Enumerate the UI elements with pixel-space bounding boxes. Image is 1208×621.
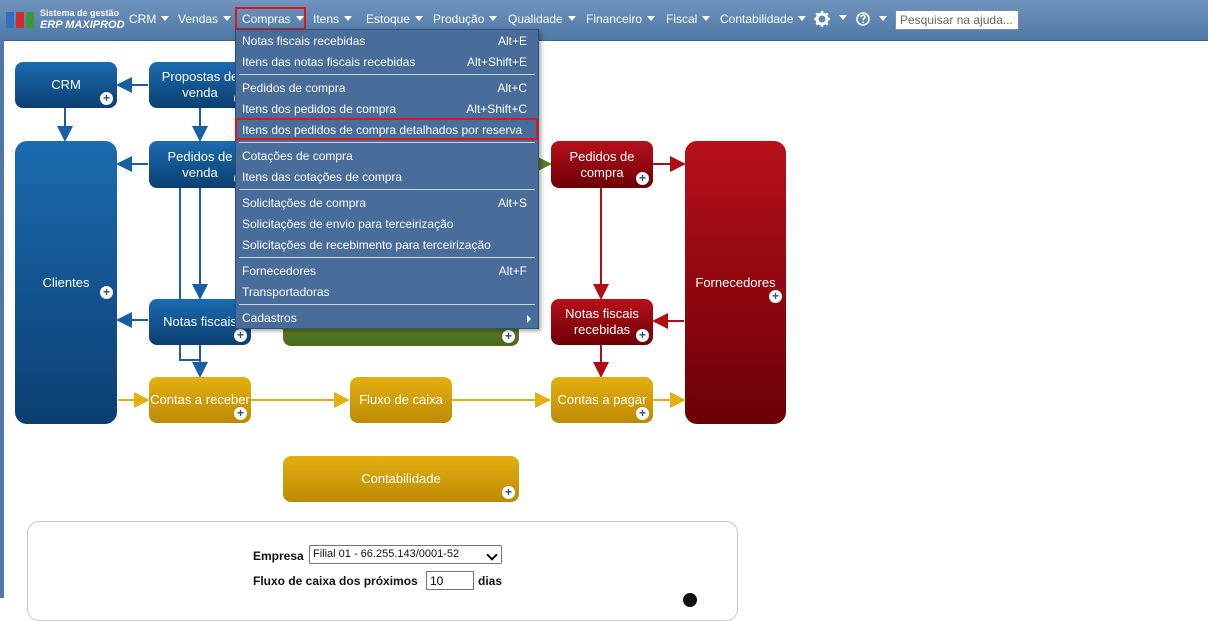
plus-icon[interactable]: + — [502, 330, 515, 343]
chevron-right-icon — [527, 315, 531, 323]
separator — [239, 304, 535, 305]
empresa-label: Empresa — [253, 549, 304, 563]
node-label: Fornecedores — [695, 274, 776, 290]
info-icon[interactable] — [683, 593, 697, 607]
item-label: Pedidos de compra — [242, 81, 346, 95]
dropdown-item-fornecedores[interactable]: Fornecedores Alt+F — [236, 261, 538, 281]
item-label: Solicitações de recebimento para terceir… — [242, 238, 491, 252]
item-label: Itens dos pedidos de compra — [242, 102, 397, 116]
plus-icon[interactable]: + — [100, 286, 113, 299]
node-fornecedores[interactable]: Fornecedores + — [685, 141, 786, 424]
cashflow-panel — [27, 521, 738, 621]
separator — [239, 142, 535, 143]
node-contas-pagar[interactable]: Contas a pagar + — [551, 377, 653, 423]
item-label: Fornecedores — [242, 264, 317, 278]
days-input[interactable] — [426, 571, 474, 590]
node-label: Fluxo de caixa — [359, 392, 443, 407]
item-shortcut: Alt+F — [498, 264, 527, 278]
item-label: Transportadoras — [242, 285, 330, 299]
fluxo-label: Fluxo de caixa dos próximos — [253, 574, 418, 588]
chevron-down-icon — [486, 549, 498, 561]
item-label: Solicitações de envio para terceirização — [242, 217, 454, 231]
item-shortcut: Alt+Shift+C — [466, 102, 527, 116]
dropdown-item-transportadoras[interactable]: Transportadoras — [236, 282, 538, 302]
plus-icon[interactable]: + — [502, 486, 515, 499]
node-notas-recebidas[interactable]: Notas fiscais recebidas + — [551, 299, 653, 345]
compras-dropdown-menu: Notas fiscais recebidas Alt+E Itens das n… — [235, 29, 539, 329]
item-label: Cotações de compra — [242, 149, 353, 163]
node-contabilidade[interactable]: Contabilidade + — [283, 456, 519, 502]
dropdown-item-pedidos-compra[interactable]: Pedidos de compra Alt+C — [236, 78, 538, 98]
item-shortcut: Alt+E — [497, 34, 527, 48]
node-label: Contas a pagar — [557, 392, 647, 407]
dropdown-item-highlight — [235, 118, 538, 140]
empresa-value: Filial 01 - 66.255.143/0001-52 — [313, 548, 460, 560]
node-fluxo-caixa[interactable]: Fluxo de caixa — [350, 377, 452, 423]
plus-icon[interactable]: + — [234, 407, 247, 420]
separator — [239, 189, 535, 190]
plus-icon[interactable]: + — [100, 92, 113, 105]
dropdown-item-solicitacoes-compra[interactable]: Solicitações de compra Alt+S — [236, 193, 538, 213]
dropdown-item-solicitacoes-envio[interactable]: Solicitações de envio para terceirização — [236, 214, 538, 234]
dias-label: dias — [478, 574, 503, 588]
item-label: Notas fiscais recebidas — [242, 34, 366, 48]
item-label: Cadastros — [242, 311, 297, 325]
separator — [239, 74, 535, 75]
item-shortcut: Alt+Shift+E — [466, 55, 527, 69]
dropdown-item-itens-cotacoes[interactable]: Itens das cotações de compra — [236, 167, 538, 187]
dropdown-item-cadastros[interactable]: Cadastros — [236, 308, 538, 328]
item-label: Itens das notas fiscais recebidas — [242, 55, 416, 69]
dropdown-item-itens-pedidos-compra[interactable]: Itens dos pedidos de compra Alt+Shift+C — [236, 99, 538, 119]
dropdown-item-solicitacoes-recebimento[interactable]: Solicitações de recebimento para terceir… — [236, 235, 538, 255]
item-shortcut: Alt+S — [497, 196, 527, 210]
node-clientes[interactable]: Clientes + — [15, 141, 117, 424]
dropdown-item-cotacoes-compra[interactable]: Cotações de compra — [236, 146, 538, 166]
separator — [239, 257, 535, 258]
node-label: Contas a receber — [150, 392, 250, 407]
plus-icon[interactable]: + — [636, 407, 649, 420]
item-shortcut: Alt+C — [497, 81, 527, 95]
node-pedidos-compra[interactable]: Pedidos de compra + — [551, 141, 653, 188]
item-label: Solicitações de compra — [242, 196, 367, 210]
node-label: CRM — [51, 77, 81, 92]
plus-icon[interactable]: + — [234, 329, 247, 342]
plus-icon[interactable]: + — [636, 172, 649, 185]
node-label: Contabilidade — [361, 471, 441, 486]
node-contas-receber[interactable]: Contas a receber + — [149, 377, 251, 423]
dropdown-item-itens-notas-recebidas[interactable]: Itens das notas fiscais recebidas Alt+Shi… — [236, 52, 538, 72]
plus-icon[interactable]: + — [769, 290, 782, 303]
node-label: Clientes — [42, 274, 90, 290]
node-crm[interactable]: CRM + — [15, 62, 117, 108]
item-label: Itens das cotações de compra — [242, 170, 403, 184]
empresa-select[interactable]: Filial 01 - 66.255.143/0001-52 — [309, 545, 502, 564]
plus-icon[interactable]: + — [636, 329, 649, 342]
dropdown-item-notas-fiscais-recebidas[interactable]: Notas fiscais recebidas Alt+E — [236, 31, 538, 51]
node-label: Notas fiscais — [163, 314, 237, 329]
